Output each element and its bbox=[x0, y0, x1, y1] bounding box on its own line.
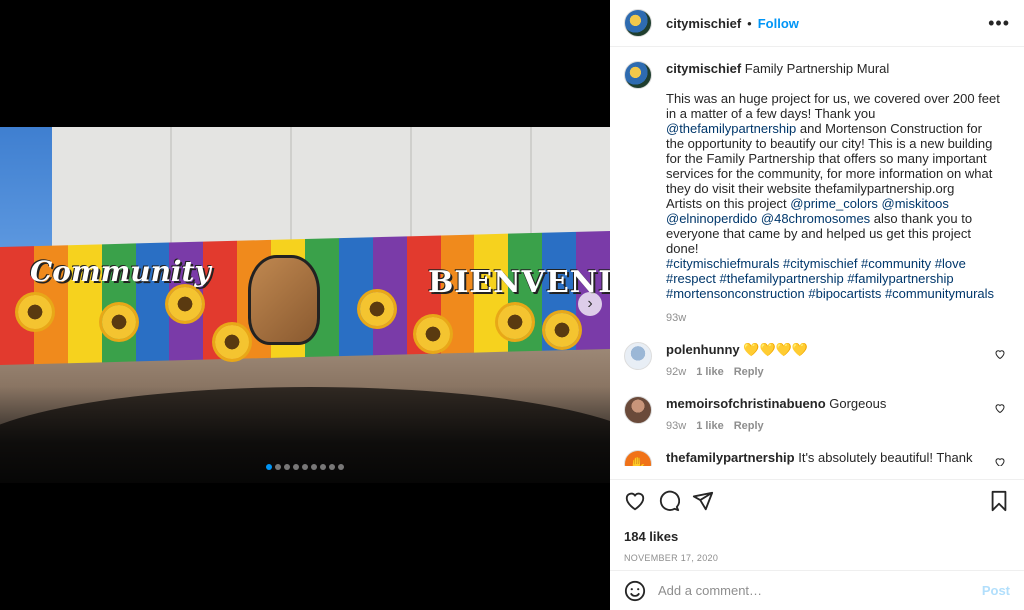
mention-link[interactable]: @thefamilypartnership bbox=[666, 121, 796, 136]
caption-text-part: This was an huge project for us, we cove… bbox=[666, 91, 1000, 121]
carousel-dot bbox=[302, 464, 308, 470]
comment-meta: 92w 1 like Reply bbox=[666, 364, 996, 380]
more-options-icon[interactable]: ••• bbox=[988, 13, 1010, 34]
post-button[interactable]: Post bbox=[982, 583, 1010, 598]
sunflower bbox=[545, 313, 579, 347]
heart-icon[interactable] bbox=[994, 348, 1006, 360]
like-heart-icon[interactable] bbox=[624, 490, 646, 512]
carousel-indicator bbox=[0, 464, 610, 470]
post-username[interactable]: citymischief bbox=[666, 16, 741, 31]
mention-link[interactable]: @48chromosomes bbox=[761, 211, 870, 226]
carousel-dot bbox=[293, 464, 299, 470]
heart-icon[interactable] bbox=[994, 456, 1006, 466]
separator-dot: • bbox=[747, 15, 752, 31]
comment-likes[interactable]: 1 like bbox=[696, 420, 724, 432]
comment-item: polenhunny 💛💛💛💛 92w 1 like Reply bbox=[624, 342, 1010, 380]
follow-button[interactable]: Follow bbox=[758, 16, 799, 31]
avatar[interactable]: ✋ bbox=[624, 450, 652, 466]
comment-likes[interactable]: 1 like bbox=[696, 366, 724, 378]
comment-time[interactable]: 93w bbox=[666, 420, 686, 432]
comment-username[interactable]: thefamilypartnership bbox=[666, 450, 795, 465]
hashtag-links[interactable]: #respect #thefamilypartnership #familypa… bbox=[666, 271, 954, 286]
comment-input[interactable] bbox=[658, 583, 982, 598]
caption-time[interactable]: 93w bbox=[666, 311, 1002, 326]
sunflower bbox=[102, 305, 136, 339]
caption-body: citymischief Family Partnership Mural Th… bbox=[666, 61, 1002, 326]
caption-title: Family Partnership Mural bbox=[744, 61, 890, 76]
comment-username[interactable]: memoirsofchristinabueno bbox=[666, 396, 826, 411]
carousel-dot bbox=[320, 464, 326, 470]
mural-hands bbox=[248, 255, 320, 345]
carousel-next-button[interactable]: › bbox=[578, 292, 602, 316]
mention-link[interactable]: @elninoperdido bbox=[666, 211, 757, 226]
mention-link[interactable]: @prime_colors bbox=[790, 196, 878, 211]
add-comment-bar: Post bbox=[610, 570, 1024, 610]
mural-text-community: Community bbox=[30, 255, 211, 288]
comment-text: 💛💛💛💛 bbox=[743, 342, 809, 357]
reply-button[interactable]: Reply bbox=[734, 366, 764, 378]
like-count[interactable]: 184 likes bbox=[624, 529, 1010, 544]
comment-body: polenhunny 💛💛💛💛 92w 1 like Reply bbox=[666, 342, 996, 380]
share-send-icon[interactable] bbox=[692, 490, 714, 512]
carousel-dot bbox=[338, 464, 344, 470]
avatar[interactable] bbox=[624, 9, 652, 37]
reply-button[interactable]: Reply bbox=[734, 420, 764, 432]
caption-username[interactable]: citymischief bbox=[666, 61, 741, 76]
post-date: NOVEMBER 17, 2020 bbox=[624, 553, 719, 563]
comment-meta: 93w 1 like Reply bbox=[666, 418, 996, 434]
comment-body: thefamilypartnership It's absolutely bea… bbox=[666, 450, 996, 466]
comment-time[interactable]: 92w bbox=[666, 366, 686, 378]
comment-bubble-icon[interactable] bbox=[658, 490, 680, 512]
action-icons bbox=[624, 488, 1010, 514]
sunflower bbox=[18, 295, 52, 329]
carousel-dot bbox=[311, 464, 317, 470]
post-header: citymischief • Follow ••• bbox=[610, 0, 1024, 47]
carousel-dot bbox=[275, 464, 281, 470]
comment-item: ✋ thefamilypartnership It's absolutely b… bbox=[624, 450, 1010, 466]
sunflower bbox=[416, 317, 450, 351]
sunflower bbox=[215, 325, 249, 359]
mention-link[interactable]: @miskitoos bbox=[882, 196, 949, 211]
chevron-right-icon: › bbox=[587, 295, 593, 312]
avatar[interactable] bbox=[624, 396, 652, 424]
avatar[interactable] bbox=[624, 61, 652, 89]
emoji-icon[interactable] bbox=[624, 580, 646, 602]
caption: citymischief Family Partnership Mural Th… bbox=[624, 61, 1010, 326]
carousel-dot bbox=[266, 464, 272, 470]
avatar[interactable] bbox=[624, 342, 652, 370]
comment-text: Gorgeous bbox=[829, 396, 887, 411]
carousel-dot bbox=[329, 464, 335, 470]
comment-item: memoirsofchristinabueno Gorgeous 93w 1 li… bbox=[624, 396, 1010, 434]
comment-body: memoirsofchristinabueno Gorgeous 93w 1 li… bbox=[666, 396, 996, 434]
bookmark-icon[interactable] bbox=[988, 490, 1010, 512]
hand-icon: ✋ bbox=[629, 455, 647, 467]
sunflower bbox=[498, 305, 532, 339]
comments-section[interactable]: citymischief Family Partnership Mural Th… bbox=[610, 48, 1024, 466]
post-photo[interactable] bbox=[0, 127, 610, 483]
caption-text-part: Artists on this project bbox=[666, 196, 791, 211]
hashtag-links[interactable]: #citymischiefmurals #citymischief #commu… bbox=[666, 256, 966, 271]
hashtag-links[interactable]: #mortensonconstruction #bipocartists #co… bbox=[666, 286, 994, 301]
post-sidebar: citymischief • Follow ••• citymischief F… bbox=[610, 0, 1024, 610]
caption-text: This was an huge project for us, we cove… bbox=[666, 91, 1002, 301]
heart-icon[interactable] bbox=[994, 402, 1006, 414]
sunflower bbox=[360, 292, 394, 326]
comment-username[interactable]: polenhunny bbox=[666, 342, 740, 357]
media-panel: Community BIENVENIDOS › bbox=[0, 0, 689, 610]
post-actions: 184 likes NOVEMBER 17, 2020 bbox=[610, 479, 1024, 565]
carousel-dot bbox=[284, 464, 290, 470]
sunflower bbox=[168, 287, 202, 321]
